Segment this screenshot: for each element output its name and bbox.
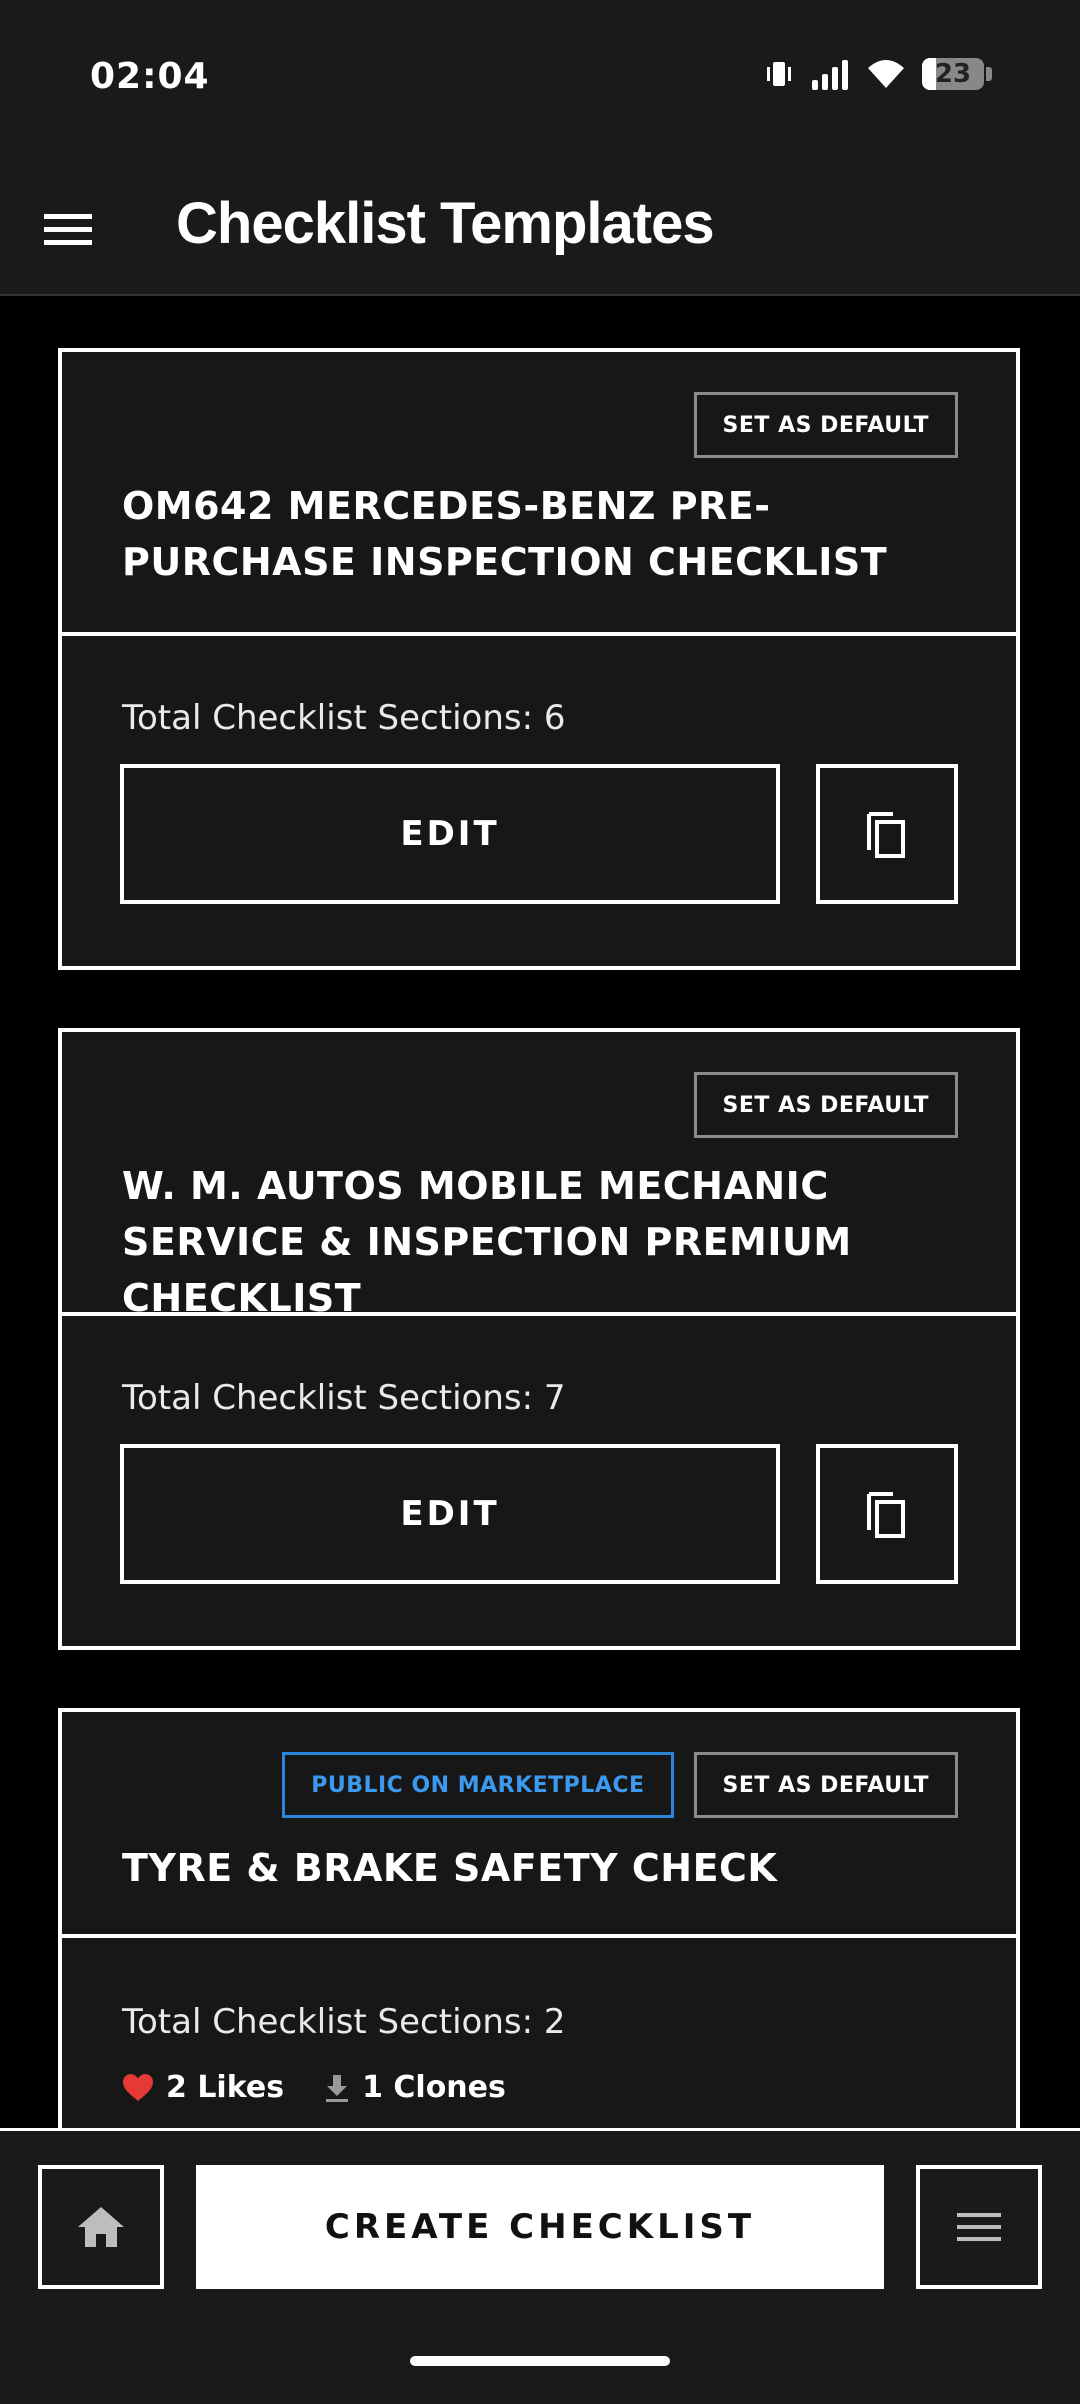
- set-default-button[interactable]: SET AS DEFAULT: [693, 392, 958, 458]
- home-button[interactable]: [38, 2165, 164, 2289]
- clones-stat: 1 Clones: [324, 2070, 506, 2105]
- card-header: SET AS DEFAULT OM642 MERCEDES-BENZ PRE-P…: [62, 352, 1016, 636]
- likes-stat: 2 Likes: [122, 2070, 284, 2105]
- gesture-handle[interactable]: [410, 2356, 670, 2366]
- app-bar: Checklist Templates: [0, 162, 1080, 296]
- sections-count: Total Checklist Sections: 2: [122, 2002, 566, 2042]
- card-badges: SET AS DEFAULT: [693, 392, 958, 458]
- edit-button[interactable]: EDIT: [120, 764, 780, 904]
- copy-button[interactable]: [816, 764, 958, 904]
- checklist-list[interactable]: SET AS DEFAULT OM642 MERCEDES-BENZ PRE-P…: [0, 296, 1080, 2130]
- copy-button[interactable]: [816, 1444, 958, 1584]
- menu-icon: [957, 2213, 1001, 2241]
- heart-icon: [123, 2073, 153, 2101]
- sections-count: Total Checklist Sections: 7: [122, 1378, 566, 1418]
- set-default-button[interactable]: SET AS DEFAULT: [693, 1752, 958, 1818]
- checklist-card: SET AS DEFAULT OM642 MERCEDES-BENZ PRE-P…: [58, 348, 1020, 970]
- signal-icon: [812, 60, 848, 90]
- set-default-button[interactable]: SET AS DEFAULT: [693, 1072, 958, 1138]
- likes-count: 2 Likes: [166, 2070, 285, 2105]
- status-icons: 23: [764, 58, 992, 90]
- clones-count: 1 Clones: [362, 2070, 506, 2105]
- public-marketplace-badge: PUBLIC ON MARKETPLACE: [282, 1752, 674, 1818]
- status-bar: 02:04 23: [0, 0, 1080, 162]
- card-stats: 2 Likes 1 Clones: [122, 2070, 506, 2105]
- sections-count: Total Checklist Sections: 6: [122, 698, 566, 738]
- checklist-card: PUBLIC ON MARKETPLACE SET AS DEFAULT TYR…: [58, 1708, 1020, 2130]
- battery-level: 23: [934, 59, 972, 89]
- card-badges: SET AS DEFAULT: [693, 1072, 958, 1138]
- create-checklist-button[interactable]: CREATE CHECKLIST: [196, 2165, 884, 2289]
- bottom-bar: CREATE CHECKLIST: [0, 2128, 1080, 2319]
- card-title: TYRE & BRAKE SAFETY CHECK: [122, 1846, 778, 1890]
- more-menu-button[interactable]: [916, 2165, 1042, 2289]
- checklist-card: SET AS DEFAULT W. M. AUTOS MOBILE MECHAN…: [58, 1028, 1020, 1650]
- hamburger-menu-icon[interactable]: [44, 210, 92, 250]
- vibrate-icon: [767, 62, 791, 86]
- page-title: Checklist Templates: [176, 191, 715, 256]
- copy-icon: [867, 812, 905, 858]
- status-time: 02:04: [90, 56, 210, 97]
- download-icon: [326, 2074, 349, 2102]
- home-icon: [78, 2207, 124, 2247]
- wifi-icon: [868, 60, 904, 88]
- copy-icon: [867, 1492, 905, 1538]
- card-title: W. M. AUTOS MOBILE MECHANIC SERVICE & IN…: [122, 1164, 852, 1320]
- card-badges: PUBLIC ON MARKETPLACE SET AS DEFAULT: [282, 1752, 958, 1818]
- card-header: PUBLIC ON MARKETPLACE SET AS DEFAULT TYR…: [62, 1712, 1016, 1938]
- card-title: OM642 MERCEDES-BENZ PRE-PURCHASE INSPECT…: [122, 484, 888, 584]
- system-nav-area: [0, 2316, 1080, 2404]
- edit-button[interactable]: EDIT: [120, 1444, 780, 1584]
- battery-icon: 23: [922, 58, 984, 90]
- card-header: SET AS DEFAULT W. M. AUTOS MOBILE MECHAN…: [62, 1032, 1016, 1320]
